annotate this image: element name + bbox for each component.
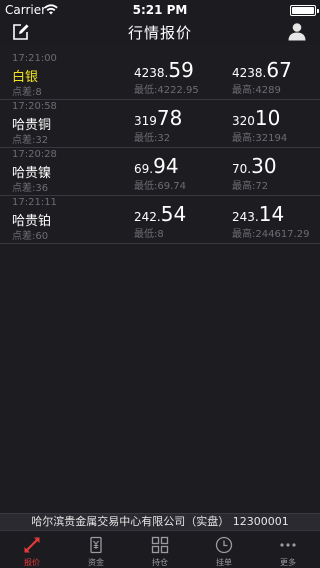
sell-price: 243.14: [232, 202, 284, 226]
positions-grid-icon: [151, 536, 169, 554]
tab-orders[interactable]: 挂单: [192, 531, 256, 568]
tab-bar: 报价 资金 持仓 挂单 更多: [0, 530, 320, 568]
tab-funds[interactable]: 资金: [64, 531, 128, 568]
tab-positions[interactable]: 持仓: [128, 531, 192, 568]
sell-price: 70.30: [232, 154, 277, 178]
high-price: 最高:4289: [232, 85, 281, 96]
quote-time: 17:20:28: [12, 149, 57, 160]
high-price: 最高:32194: [232, 133, 288, 144]
buy-price-prefix: 242.: [134, 210, 161, 224]
low-price: 最低:69.74: [134, 181, 186, 192]
quote-row[interactable]: 17:21:11 哈贵铂 点差:60 242.54 最低:8 243.14 最高…: [0, 196, 320, 244]
user-icon[interactable]: [288, 22, 306, 41]
sell-price-prefix: 70.: [232, 162, 252, 176]
sell-price-digits: 14: [258, 202, 285, 226]
navigation-bar: 行情报价: [0, 20, 320, 45]
sell-price-prefix: 4238.: [232, 66, 267, 80]
buy-price: 31978: [134, 106, 182, 130]
tab-positions-label: 持仓: [152, 558, 168, 567]
sell-price: 32010: [232, 106, 280, 130]
page-title: 行情报价: [127, 24, 192, 42]
sell-price: 4238.67: [232, 58, 292, 82]
high-price: 最高:244617.29: [232, 229, 310, 240]
clock-icon: [215, 536, 233, 554]
company-info-bar: 哈尔滨贵金属交易中心有限公司（实盘） 12300001: [0, 513, 320, 530]
buy-price-prefix: 69.: [134, 162, 154, 176]
quote-time: 17:21:00: [12, 53, 57, 64]
tab-quotes[interactable]: 报价: [0, 531, 64, 568]
tab-orders-label: 挂单: [216, 558, 232, 567]
status-bar: Carrier 5:21 PM: [0, 0, 320, 20]
battery-icon: [290, 5, 319, 16]
spread-value: 点差:60: [12, 231, 49, 242]
tab-more-label: 更多: [280, 558, 296, 567]
high-price: 最高:72: [232, 181, 269, 192]
buy-price-digits: 54: [160, 202, 187, 226]
quote-row[interactable]: 17:21:00 白银 点差:8 4238.59 最低:4222.95 4238…: [0, 52, 320, 100]
buy-price-prefix: 319: [134, 114, 157, 128]
buy-price-digits: 59: [168, 58, 194, 82]
low-price: 最低:32: [134, 133, 171, 144]
spread-value: 点差:36: [12, 183, 49, 194]
quote-list: 17:21:00 白银 点差:8 4238.59 最低:4222.95 4238…: [0, 52, 320, 244]
low-price: 最低:4222.95: [134, 85, 199, 96]
buy-price-prefix: 4238.: [134, 66, 169, 80]
clock-time: 5:21 PM: [132, 3, 188, 17]
more-dots-icon: [280, 543, 296, 547]
spread-value: 点差:32: [12, 135, 49, 146]
sell-price-digits: 67: [266, 58, 292, 82]
sell-price-digits: 30: [251, 154, 277, 178]
low-price: 最低:8: [134, 229, 164, 240]
quote-arrows-icon: [24, 537, 40, 553]
sell-price-prefix: 320: [232, 114, 255, 128]
quote-row[interactable]: 17:20:28 哈贵镍 点差:36 69.94 最低:69.74 70.30 …: [0, 148, 320, 196]
tab-more[interactable]: 更多: [256, 531, 320, 568]
sell-price-prefix: 243.: [232, 210, 259, 224]
sell-price-digits: 10: [254, 106, 281, 130]
buy-price: 242.54: [134, 202, 186, 226]
buy-price-digits: 94: [153, 154, 179, 178]
buy-price: 69.94: [134, 154, 179, 178]
quote-time: 17:21:11: [12, 197, 57, 208]
quote-time: 17:20:58: [12, 101, 57, 112]
tab-quotes-label: 报价: [24, 558, 40, 567]
spread-value: 点差:8: [12, 87, 42, 98]
tab-funds-label: 资金: [88, 558, 104, 567]
buy-price-digits: 78: [156, 106, 183, 130]
funds-icon: [90, 536, 102, 554]
quote-row[interactable]: 17:20:58 哈贵铜 点差:32 31978 最低:32 32010 最高:…: [0, 100, 320, 148]
buy-price: 4238.59: [134, 58, 194, 82]
